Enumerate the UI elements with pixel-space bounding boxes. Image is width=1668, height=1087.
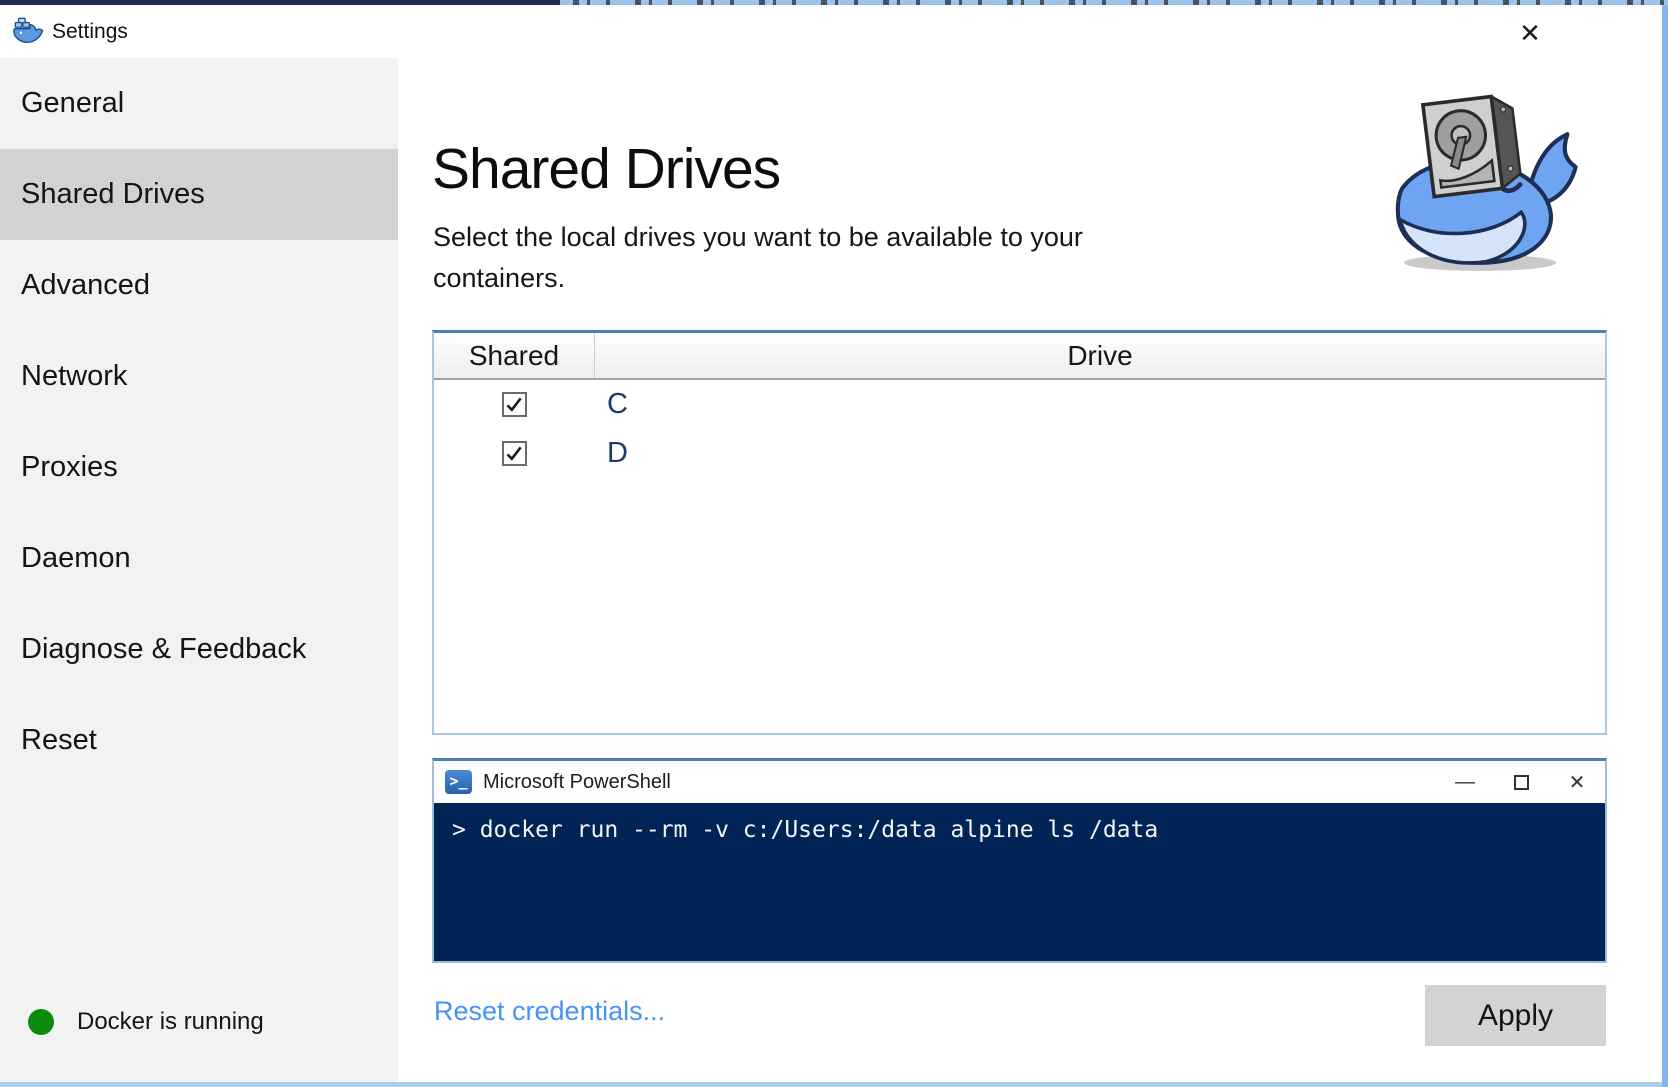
- table-header: Shared Drive: [434, 333, 1605, 380]
- powershell-titlebar: >_ Microsoft PowerShell — ✕: [434, 761, 1605, 803]
- column-header-drive: Drive: [1067, 339, 1133, 371]
- main-panel: Shared Drives Select the local drives yo…: [398, 58, 1662, 1082]
- column-header-shared: Shared: [434, 333, 595, 378]
- window-close-icon[interactable]: ✕: [1507, 11, 1553, 55]
- page-description: Select the local drives you want to be a…: [433, 222, 1083, 293]
- docker-whale-icon: [13, 17, 44, 43]
- drive-letter: C: [607, 388, 628, 420]
- status-text: Docker is running: [77, 1008, 264, 1035]
- table-body: CD: [434, 380, 1605, 478]
- sidebar-item-shared-drives[interactable]: Shared Drives: [0, 149, 398, 240]
- title-bar: Settings ✕: [0, 5, 1662, 58]
- drive-row-d: D: [434, 429, 1605, 478]
- powershell-icon: >_: [445, 770, 472, 794]
- drive-row-c: C: [434, 380, 1605, 429]
- sidebar-nav: General Shared Drives Advanced Network Proxi…: [0, 58, 398, 786]
- checkbox-cell: [434, 392, 595, 417]
- docker-status: Docker is running: [28, 1008, 264, 1036]
- powershell-minimize-icon[interactable]: —: [1437, 761, 1493, 803]
- shared-drives-table: Shared Drive CD: [432, 330, 1607, 735]
- apply-button[interactable]: Apply: [1425, 985, 1606, 1046]
- settings-window: Settings ✕ General Shared Drives Advanced N…: [0, 0, 1668, 1087]
- sidebar-item-general[interactable]: General: [0, 58, 398, 149]
- window-title: Settings: [52, 19, 128, 43]
- sidebar-item-advanced[interactable]: Advanced: [0, 240, 398, 331]
- terminal-output: > docker run --rm -v c:/Users:/data alpi…: [434, 803, 1605, 961]
- page-title: Shared Drives: [432, 137, 781, 202]
- whale-harddrive-illustration: [1395, 94, 1578, 271]
- sidebar-item-network[interactable]: Network: [0, 331, 398, 422]
- sidebar-item-proxies[interactable]: Proxies: [0, 422, 398, 513]
- sidebar-item-daemon[interactable]: Daemon: [0, 513, 398, 604]
- drive-letter: D: [607, 437, 628, 469]
- powershell-title: Microsoft PowerShell: [483, 770, 671, 793]
- sidebar-item-diagnose-feedback[interactable]: Diagnose & Feedback: [0, 604, 398, 695]
- powershell-window: >_ Microsoft PowerShell — ✕ > docker run …: [432, 758, 1607, 963]
- checkbox-cell: [434, 441, 595, 466]
- drive-checkbox-c[interactable]: [502, 392, 527, 417]
- powershell-close-icon[interactable]: ✕: [1549, 761, 1605, 803]
- window-right-border: [1662, 5, 1668, 1087]
- sidebar: General Shared Drives Advanced Network Proxi…: [0, 58, 398, 1082]
- window-bottom-border: [0, 1082, 1662, 1087]
- drive-checkbox-d[interactable]: [502, 441, 527, 466]
- sidebar-item-reset[interactable]: Reset: [0, 695, 398, 786]
- reset-credentials-link[interactable]: Reset credentials...: [434, 996, 665, 1027]
- powershell-maximize-icon[interactable]: [1493, 761, 1549, 803]
- status-dot-icon: [28, 1009, 54, 1035]
- powershell-window-controls: — ✕: [1437, 761, 1605, 803]
